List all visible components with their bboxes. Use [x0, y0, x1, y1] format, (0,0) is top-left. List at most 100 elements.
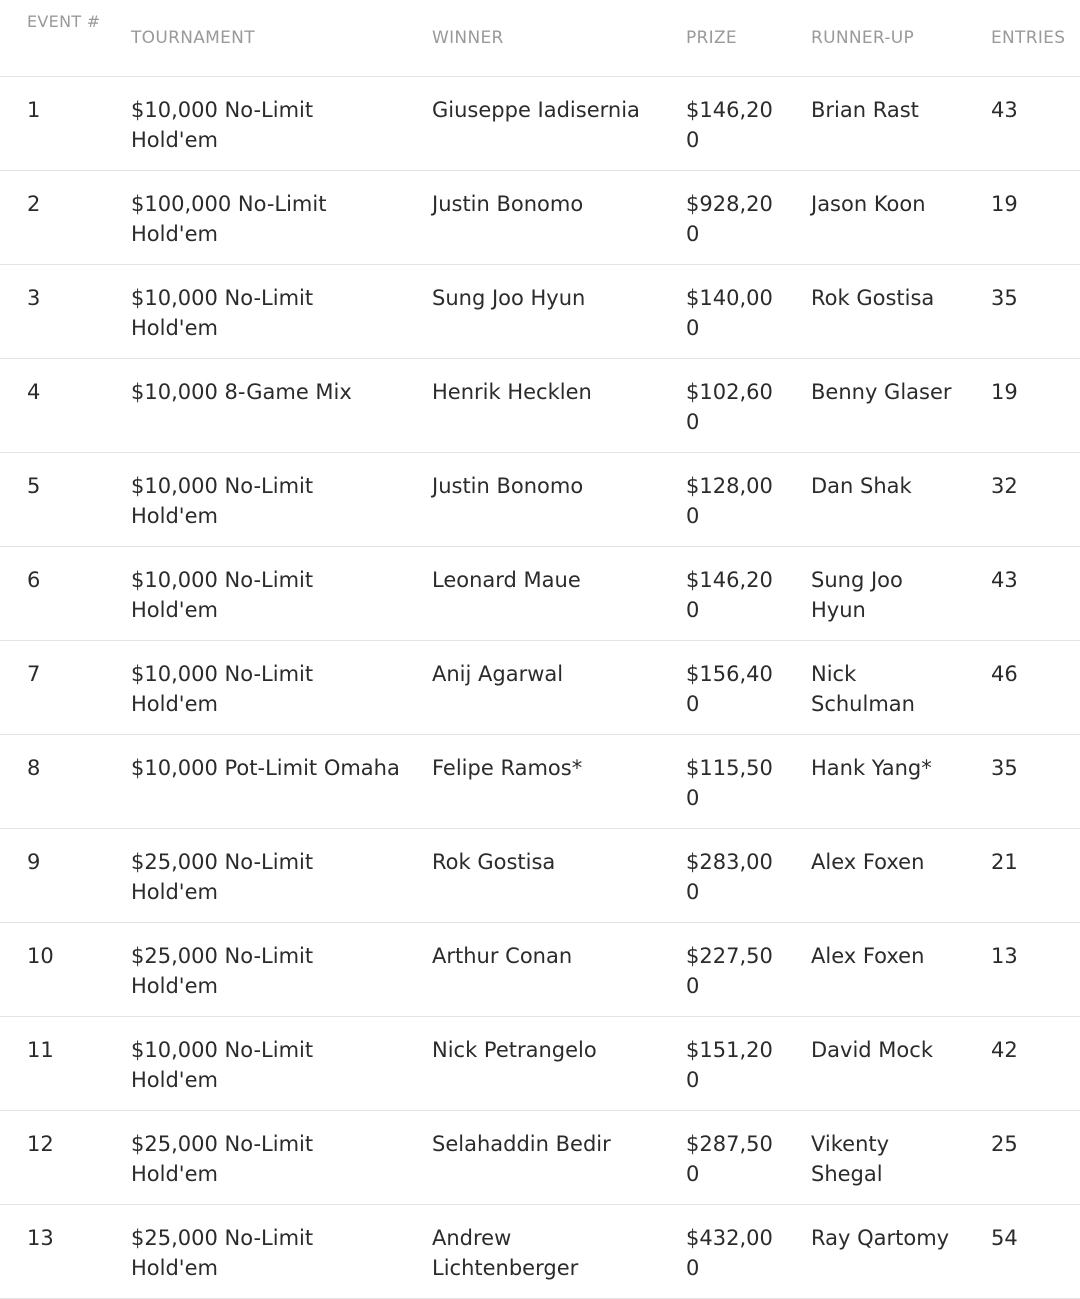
tournament-cell: $10,000 No-Limit Hold'em	[104, 76, 405, 171]
tournament-cell: $10,000 No-Limit Hold'em	[104, 546, 405, 641]
prize-cell: $283,000	[659, 828, 784, 923]
runner-up-cell: Benny Glaser	[784, 358, 964, 453]
event-number: 8	[0, 734, 104, 829]
header-runner-up: RUNNER-UP	[784, 0, 964, 77]
winner-cell: Leonard Maue	[405, 546, 659, 641]
entries-cell: 19	[964, 170, 1080, 265]
prize-cell: $287,500	[659, 1110, 784, 1205]
entries-cell: 19	[964, 358, 1080, 453]
entries-cell: 43	[964, 546, 1080, 641]
winner-cell: Anij Agarwal	[405, 640, 659, 735]
runner-up-cell: Ray Qartomy	[784, 1204, 964, 1299]
tournament-cell: $100,000 No-Limit Hold'em	[104, 170, 405, 265]
table-row: 1 $10,000 No-Limit Hold'em Giuseppe Iadi…	[0, 76, 1080, 171]
runner-up-cell: Alex Foxen	[784, 828, 964, 923]
tournament-cell: $25,000 No-Limit Hold'em	[104, 828, 405, 923]
tournament-cell: $10,000 8-Game Mix	[104, 358, 405, 453]
entries-cell: 46	[964, 640, 1080, 735]
runner-up-cell: Dan Shak	[784, 452, 964, 547]
header-winner: WINNER	[405, 0, 659, 77]
event-number: 5	[0, 452, 104, 547]
table-header: EVENT # TOURNAMENT WINNER PRIZE RUNNER-U…	[0, 0, 1080, 77]
winner-cell: Arthur Conan	[405, 922, 659, 1017]
winner-cell: Selahaddin Bedir	[405, 1110, 659, 1205]
prize-cell: $140,000	[659, 264, 784, 359]
tournament-cell: $25,000 No-Limit Hold'em	[104, 1204, 405, 1299]
tournament-cell: $25,000 No-Limit Hold'em	[104, 922, 405, 1017]
table-row: 9 $25,000 No-Limit Hold'em Rok Gostisa $…	[0, 828, 1080, 923]
runner-up-cell: Sung Joo Hyun	[784, 546, 964, 641]
winner-cell: Henrik Hecklen	[405, 358, 659, 453]
event-number: 2	[0, 170, 104, 265]
winner-cell: Justin Bonomo	[405, 170, 659, 265]
event-number: 7	[0, 640, 104, 735]
tournament-cell: $25,000 No-Limit Hold'em	[104, 1110, 405, 1205]
prize-cell: $156,400	[659, 640, 784, 735]
table-row: 5 $10,000 No-Limit Hold'em Justin Bonomo…	[0, 452, 1080, 547]
winner-cell: Felipe Ramos*	[405, 734, 659, 829]
header-entries: ENTRIES	[964, 0, 1080, 77]
runner-up-cell: Rok Gostisa	[784, 264, 964, 359]
event-number: 11	[0, 1016, 104, 1111]
runner-up-cell: David Mock	[784, 1016, 964, 1111]
event-number: 10	[0, 922, 104, 1017]
entries-cell: 21	[964, 828, 1080, 923]
header-row: EVENT # TOURNAMENT WINNER PRIZE RUNNER-U…	[0, 0, 1080, 77]
entries-cell: 54	[964, 1204, 1080, 1299]
table-row: 2 $100,000 No-Limit Hold'em Justin Bonom…	[0, 170, 1080, 265]
winner-cell: Rok Gostisa	[405, 828, 659, 923]
tournament-cell: $10,000 Pot-Limit Omaha	[104, 734, 405, 829]
event-number: 13	[0, 1204, 104, 1299]
header-tournament: TOURNAMENT	[104, 0, 405, 77]
entries-cell: 35	[964, 264, 1080, 359]
tournament-cell: $10,000 No-Limit Hold'em	[104, 640, 405, 735]
table-row: 13 $25,000 No-Limit Hold'em Andrew Licht…	[0, 1204, 1080, 1299]
winner-cell: Giuseppe Iadisernia	[405, 76, 659, 171]
entries-cell: 35	[964, 734, 1080, 829]
prize-cell: $128,000	[659, 452, 784, 547]
table-row: 12 $25,000 No-Limit Hold'em Selahaddin B…	[0, 1110, 1080, 1205]
event-number: 4	[0, 358, 104, 453]
event-number: 3	[0, 264, 104, 359]
prize-cell: $432,000	[659, 1204, 784, 1299]
table-body: 1 $10,000 No-Limit Hold'em Giuseppe Iadi…	[0, 76, 1080, 1299]
table-row: 3 $10,000 No-Limit Hold'em Sung Joo Hyun…	[0, 264, 1080, 359]
runner-up-cell: Alex Foxen	[784, 922, 964, 1017]
event-number: 6	[0, 546, 104, 641]
prize-cell: $102,600	[659, 358, 784, 453]
table-row: 11 $10,000 No-Limit Hold'em Nick Petrang…	[0, 1016, 1080, 1111]
runner-up-cell: Nick Schulman	[784, 640, 964, 735]
runner-up-cell: Vikenty Shegal	[784, 1110, 964, 1205]
winner-cell: Nick Petrangelo	[405, 1016, 659, 1111]
runner-up-cell: Hank Yang*	[784, 734, 964, 829]
tournament-cell: $10,000 No-Limit Hold'em	[104, 1016, 405, 1111]
prize-cell: $227,500	[659, 922, 784, 1017]
results-table: EVENT # TOURNAMENT WINNER PRIZE RUNNER-U…	[0, 0, 1080, 1299]
runner-up-cell: Jason Koon	[784, 170, 964, 265]
table-row: 10 $25,000 No-Limit Hold'em Arthur Conan…	[0, 922, 1080, 1017]
prize-cell: $146,200	[659, 546, 784, 641]
header-event: EVENT #	[0, 0, 104, 77]
entries-cell: 32	[964, 452, 1080, 547]
event-number: 12	[0, 1110, 104, 1205]
winner-cell: Andrew Lichtenberger	[405, 1204, 659, 1299]
event-number: 1	[0, 76, 104, 171]
table-row: 8 $10,000 Pot-Limit Omaha Felipe Ramos* …	[0, 734, 1080, 829]
table-row: 6 $10,000 No-Limit Hold'em Leonard Maue …	[0, 546, 1080, 641]
prize-cell: $928,200	[659, 170, 784, 265]
tournament-cell: $10,000 No-Limit Hold'em	[104, 264, 405, 359]
prize-cell: $115,500	[659, 734, 784, 829]
header-prize: PRIZE	[659, 0, 784, 77]
entries-cell: 25	[964, 1110, 1080, 1205]
entries-cell: 13	[964, 922, 1080, 1017]
entries-cell: 42	[964, 1016, 1080, 1111]
winner-cell: Justin Bonomo	[405, 452, 659, 547]
runner-up-cell: Brian Rast	[784, 76, 964, 171]
table-row: 4 $10,000 8-Game Mix Henrik Hecklen $102…	[0, 358, 1080, 453]
prize-cell: $151,200	[659, 1016, 784, 1111]
entries-cell: 43	[964, 76, 1080, 171]
tournament-cell: $10,000 No-Limit Hold'em	[104, 452, 405, 547]
prize-cell: $146,200	[659, 76, 784, 171]
event-number: 9	[0, 828, 104, 923]
table-row: 7 $10,000 No-Limit Hold'em Anij Agarwal …	[0, 640, 1080, 735]
